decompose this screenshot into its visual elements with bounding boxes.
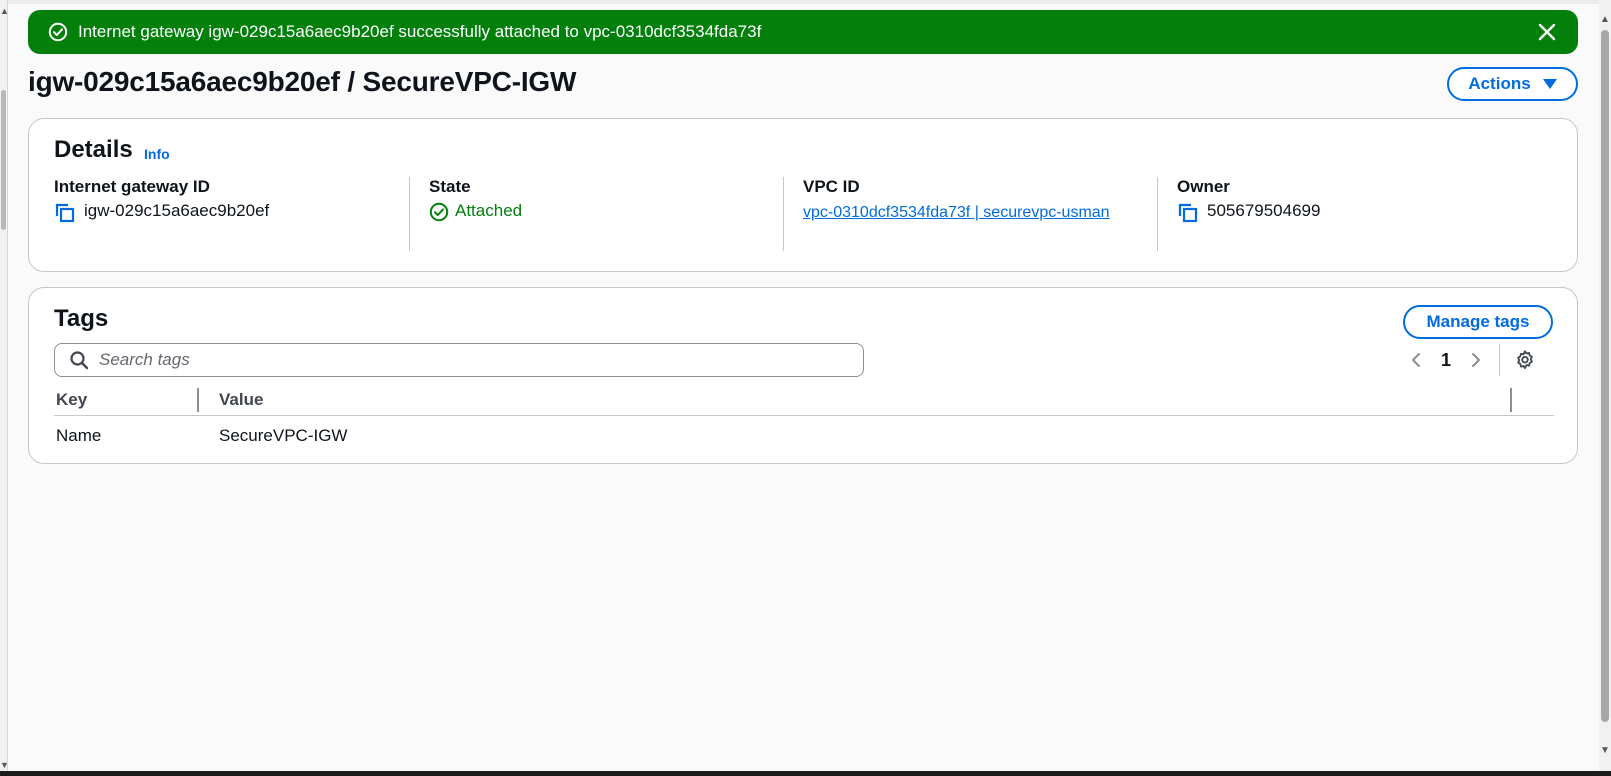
vpc-id-label: VPC ID (803, 177, 860, 196)
actions-button-label: Actions (1468, 74, 1531, 93)
column-header-key[interactable]: Key (56, 390, 87, 410)
bottom-taskbar-edge (0, 771, 1611, 776)
scroll-up-arrow-icon[interactable]: ▲ (1600, 14, 1610, 25)
close-icon[interactable] (1536, 21, 1558, 43)
chevron-left-icon[interactable] (1407, 351, 1425, 369)
manage-tags-button[interactable]: Manage tags (1403, 305, 1553, 339)
tag-value-cell: SecureVPC-IGW (219, 426, 348, 445)
copy-icon[interactable] (54, 202, 76, 224)
table-row: Name SecureVPC-IGW (54, 418, 1554, 454)
pagination: 1 (1407, 343, 1536, 377)
igw-id-value: igw-029c15a6aec9b20ef (84, 201, 270, 220)
info-link[interactable]: Info (144, 146, 170, 162)
left-scrollbar-thumb[interactable] (1, 90, 6, 230)
caret-down-icon (1542, 79, 1557, 89)
igw-id-label: Internet gateway ID (54, 177, 210, 196)
owner-label: Owner (1177, 177, 1230, 196)
right-scrollbar[interactable]: ▲ ▼ (1599, 0, 1611, 776)
owner-field: Owner 505679504699 (1157, 177, 1531, 251)
pager-divider (1499, 344, 1501, 376)
details-heading: Details (54, 136, 133, 163)
tags-heading: Tags (54, 305, 109, 332)
page-number[interactable]: 1 (1441, 350, 1451, 371)
chevron-right-icon[interactable] (1467, 351, 1485, 369)
scroll-down-arrow-icon[interactable]: ▼ (1600, 745, 1610, 756)
search-box[interactable] (54, 343, 864, 377)
state-label: State (429, 177, 471, 196)
column-resizer[interactable] (197, 388, 199, 412)
check-circle-icon (429, 202, 449, 222)
left-scrollbar[interactable]: ▲ ▼ (0, 0, 9, 776)
state-field: State Attached (409, 177, 783, 251)
right-scrollbar-thumb[interactable] (1601, 30, 1609, 722)
search-icon (69, 350, 89, 370)
page-title: igw-029c15a6aec9b20ef / SecureVPC-IGW (28, 66, 577, 97)
vpc-id-link[interactable]: vpc-0310dcf3534fda73f | securevpc-usman (803, 201, 1113, 225)
status-badge: Attached (429, 201, 783, 222)
copy-icon[interactable] (1177, 202, 1199, 224)
gear-icon[interactable] (1514, 349, 1536, 371)
igw-id-field: Internet gateway ID igw-029c15a6aec9b20e… (54, 177, 409, 251)
search-input[interactable] (99, 350, 839, 370)
actions-button[interactable]: Actions (1447, 67, 1578, 101)
scroll-up-arrow-icon[interactable]: ▲ (0, 6, 9, 16)
scroll-down-arrow-icon[interactable]: ▼ (0, 760, 9, 770)
check-circle-icon (48, 22, 68, 42)
vpc-id-field: VPC ID vpc-0310dcf3534fda73f | securevpc… (783, 177, 1157, 251)
owner-value: 505679504699 (1207, 201, 1321, 220)
top-border (0, 0, 1611, 4)
flash-message: Internet gateway igw-029c15a6aec9b20ef s… (78, 22, 762, 41)
details-panel: Details Info Internet gateway ID igw-029… (28, 118, 1578, 272)
column-header-value[interactable]: Value (219, 390, 263, 410)
tags-table-header: Key Value (54, 384, 1554, 416)
column-resizer[interactable] (1510, 388, 1512, 412)
tags-panel: Tags Manage tags 1 Key Value Name Secure… (28, 287, 1578, 464)
success-flash-banner: Internet gateway igw-029c15a6aec9b20ef s… (28, 10, 1578, 54)
state-value: Attached (455, 201, 523, 220)
tag-key-cell: Name (56, 426, 102, 445)
